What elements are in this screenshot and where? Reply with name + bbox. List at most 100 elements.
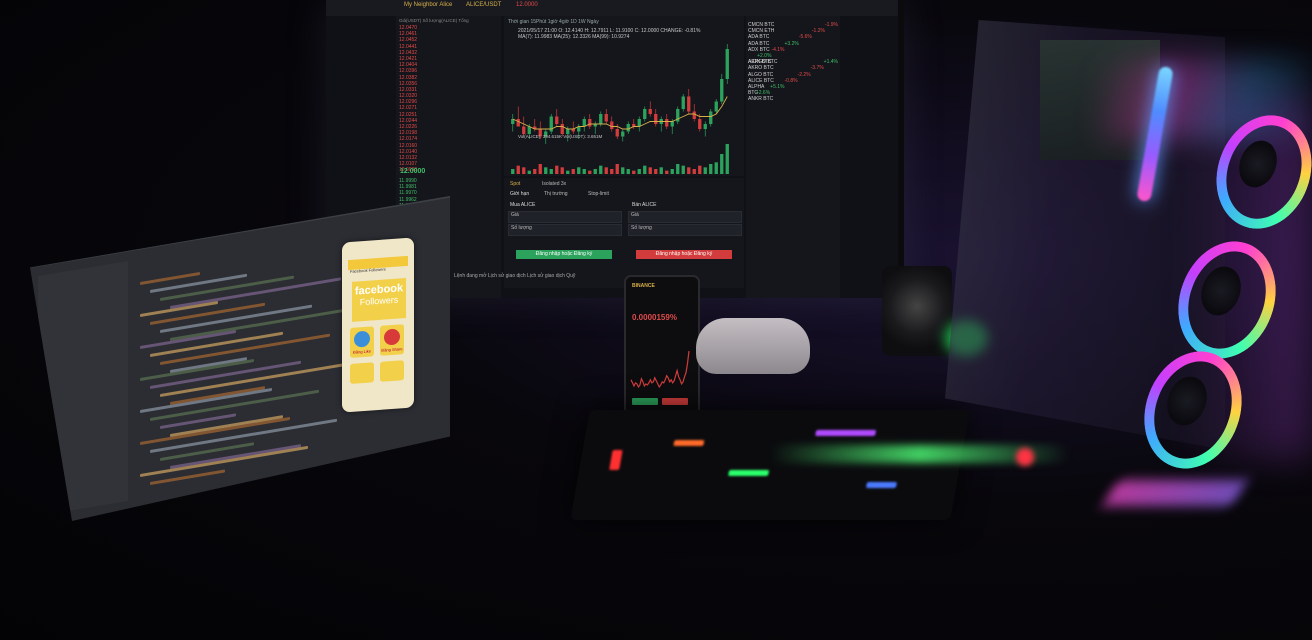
volume-bar bbox=[582, 169, 586, 174]
candle-body bbox=[692, 111, 696, 119]
purple-key-glow bbox=[815, 430, 877, 436]
candle-body bbox=[516, 119, 520, 127]
volume-bar bbox=[632, 170, 636, 174]
market-change: +3.2% bbox=[784, 40, 799, 47]
candle-body bbox=[654, 114, 658, 124]
order-book-asks: 12.0470 12.0461 12.0452 12.0441 12.0432 12.04… bbox=[396, 25, 501, 174]
market-pair: CMCN ETH bbox=[748, 28, 775, 35]
candle-body bbox=[626, 124, 630, 132]
blue-key-glow bbox=[865, 482, 898, 488]
market-pair: AION BTC bbox=[748, 59, 772, 66]
candle-body bbox=[522, 126, 526, 134]
volume-bar bbox=[725, 144, 729, 174]
volume-bar bbox=[692, 169, 696, 174]
tab-market[interactable]: Thị trường bbox=[544, 191, 568, 197]
android-emulator: Facebook Followers facebook Followers Đă… bbox=[342, 237, 414, 413]
volume-bar bbox=[659, 167, 663, 174]
emulator-tile-3[interactable] bbox=[350, 362, 374, 384]
candle-body bbox=[560, 124, 564, 134]
red-key-glow bbox=[609, 450, 623, 470]
share-tile[interactable]: Đăng Share bbox=[380, 324, 404, 356]
sell-amount-field[interactable]: Số lượng bbox=[628, 224, 742, 236]
market-pair: ANKR BTC bbox=[748, 96, 774, 103]
volume-bar bbox=[703, 167, 707, 174]
like-tile[interactable]: Đăng Like bbox=[350, 326, 374, 358]
volume-bar bbox=[681, 165, 685, 174]
market-pair: ALGO BTC bbox=[748, 71, 774, 78]
market-list: -1.9% CMCN BTC -1.2% CMCN ETH -5.6% ADA BTC +3… bbox=[746, 16, 840, 298]
candle-body bbox=[599, 114, 603, 124]
order-history-tabs[interactable]: Lệnh đang mở Lịch sử giao dịch Lịch sử g… bbox=[454, 273, 575, 279]
candle-body bbox=[687, 96, 691, 112]
volume-bar bbox=[544, 167, 548, 174]
tab-limit[interactable]: Giới hạn bbox=[510, 191, 529, 197]
buy-login-button[interactable]: Đăng nhập hoặc Đăng ký bbox=[516, 250, 612, 259]
desk-reflection bbox=[1102, 480, 1248, 506]
candle-body bbox=[555, 116, 559, 124]
emulator-app-bar: Facebook Followers bbox=[348, 255, 408, 274]
volume-bar bbox=[637, 169, 641, 174]
phone-buy-button[interactable] bbox=[632, 398, 658, 405]
volume-bar bbox=[593, 169, 597, 174]
buy-price-field[interactable]: Giá bbox=[508, 211, 622, 223]
market-list-rows: -1.9% CMCN BTC -1.2% CMCN ETH -5.6% ADA BTC +3… bbox=[746, 16, 840, 102]
volume-bar bbox=[511, 169, 515, 174]
emulator-tile-4[interactable] bbox=[380, 360, 404, 382]
tab-spot[interactable]: Spot bbox=[510, 181, 520, 187]
thumbs-up-icon bbox=[354, 330, 370, 348]
smartphone: BINANCE 0.0000159% bbox=[624, 275, 700, 427]
volume-bar bbox=[687, 167, 691, 174]
share-icon bbox=[384, 328, 400, 346]
candle-body bbox=[637, 119, 641, 127]
orange-key-glow bbox=[673, 440, 705, 446]
desk-setup-scene: My Neighbor Alice ALICE/USDT 12.0000 Giá… bbox=[0, 0, 1312, 640]
volume-bar bbox=[549, 169, 553, 174]
volume-bar bbox=[533, 169, 537, 174]
volume-label: Vol(ALICE): 394.615K Vol(USDT): 3.651M bbox=[518, 134, 603, 139]
candle-body bbox=[527, 126, 531, 134]
order-book-header: Giá(USDT) Số lượng(ALICE) Tổng bbox=[399, 18, 469, 23]
exchange-header: My Neighbor Alice ALICE/USDT 12.0000 bbox=[326, 0, 898, 16]
tab-stop-limit[interactable]: Stop-limit bbox=[588, 191, 609, 197]
volume-bar bbox=[626, 169, 630, 174]
market-pair: ADX BTC bbox=[748, 46, 770, 53]
volume-bar bbox=[516, 165, 520, 174]
market-change: -4.1% bbox=[771, 46, 785, 53]
sell-login-button[interactable]: Đăng nhập hoặc Đăng ký bbox=[636, 250, 732, 259]
volume-bar bbox=[714, 162, 718, 174]
market-change: -0.8% bbox=[784, 77, 798, 84]
market-pair: CMCN BTC bbox=[748, 22, 775, 28]
volume-bar bbox=[599, 165, 603, 174]
volume-bar bbox=[621, 167, 625, 174]
rgb-keyboard bbox=[570, 410, 970, 520]
wifi-router bbox=[696, 318, 810, 374]
binance-logo: BINANCE bbox=[632, 283, 655, 289]
candle-body bbox=[670, 121, 674, 127]
market-list-item[interactable]: +2.6% ANKR BTC bbox=[746, 90, 840, 102]
volume-bar bbox=[566, 170, 570, 174]
candle-body bbox=[648, 109, 652, 114]
phone-sell-button[interactable] bbox=[662, 398, 688, 405]
volume-bar bbox=[604, 167, 608, 174]
volume-bar bbox=[698, 165, 702, 174]
volume-bar bbox=[560, 167, 564, 174]
order-book-mid-price: 12.0000 bbox=[400, 168, 426, 175]
candle-body bbox=[588, 119, 592, 127]
code-line bbox=[150, 273, 247, 293]
tab-isolated[interactable]: Isolated 3x bbox=[542, 181, 566, 187]
candle-body bbox=[681, 96, 685, 109]
sell-price-field[interactable]: Giá bbox=[628, 211, 742, 223]
buy-amount-field[interactable]: Số lượng bbox=[508, 224, 622, 236]
volume-bar bbox=[643, 165, 647, 174]
volume-bar bbox=[615, 164, 619, 174]
project-tree bbox=[38, 260, 128, 516]
market-change: -1.9% bbox=[824, 22, 838, 28]
volume-bar bbox=[709, 164, 713, 174]
market-change: +5.1% bbox=[770, 83, 785, 90]
candle-body bbox=[698, 119, 702, 129]
volume-bar bbox=[720, 154, 724, 174]
phone-price: 0.0000159% bbox=[632, 313, 677, 322]
speaker bbox=[882, 266, 952, 356]
volume-bar bbox=[522, 167, 526, 174]
chart-toolbar[interactable]: Thời gian 15Phút 1giờ 4giờ 1D 1W Ngày bbox=[508, 19, 599, 25]
